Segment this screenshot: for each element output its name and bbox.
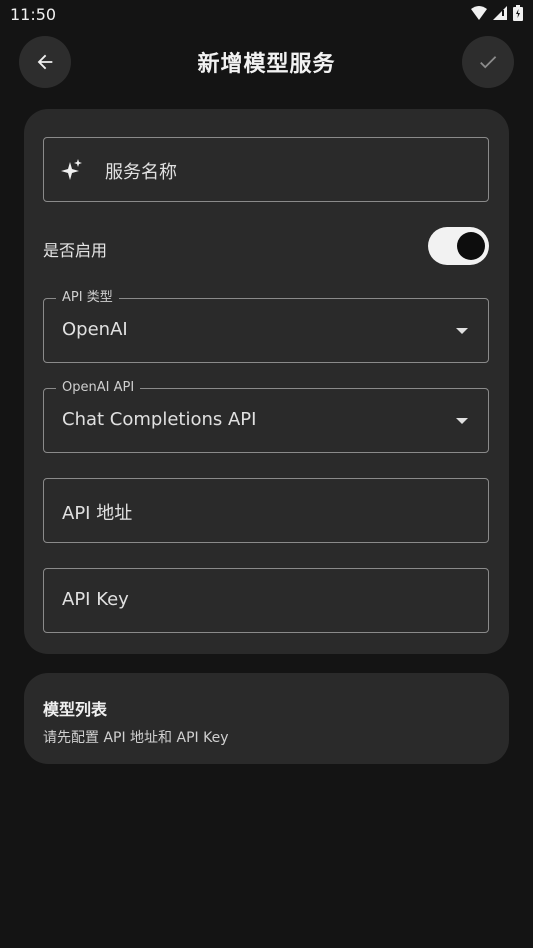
openai-api-value: Chat Completions API	[62, 409, 257, 430]
model-list-card: 模型列表 请先配置 API 地址和 API Key	[24, 673, 509, 764]
api-key-placeholder: API Key	[62, 589, 129, 610]
wifi-icon	[471, 6, 487, 20]
dropdown-arrow-icon	[456, 328, 468, 334]
model-list-title: 模型列表	[43, 700, 108, 719]
toggle-thumb	[457, 232, 485, 260]
api-key-field[interactable]: API Key	[43, 568, 489, 633]
openai-api-label: OpenAI API	[56, 380, 141, 396]
dropdown-arrow-icon	[456, 418, 468, 424]
enable-toggle[interactable]	[428, 227, 489, 265]
service-name-placeholder: 服务名称	[105, 162, 177, 183]
api-type-value: OpenAI	[62, 319, 128, 340]
api-type-select[interactable]: API 类型 OpenAI	[43, 290, 489, 363]
sparkle-icon	[61, 159, 82, 180]
check-icon	[480, 56, 497, 69]
enable-label: 是否启用	[43, 241, 108, 260]
signal-icon	[493, 6, 507, 20]
openai-api-select[interactable]: OpenAI API Chat Completions API	[43, 380, 489, 453]
service-form-card: 服务名称 是否启用 API 类型 OpenAI OpenAI API Chat …	[24, 109, 509, 654]
confirm-button[interactable]	[462, 36, 514, 88]
enable-row: 是否启用	[43, 227, 489, 267]
status-bar: 11:50	[0, 0, 533, 30]
model-list-hint: 请先配置 API 地址和 API Key	[43, 730, 229, 746]
page-title: 新增模型服务	[197, 52, 336, 77]
service-name-field[interactable]: 服务名称	[43, 137, 489, 202]
api-type-label: API 类型	[56, 290, 119, 306]
status-icons	[471, 5, 523, 21]
status-time: 11:50	[10, 5, 57, 24]
api-address-field[interactable]: API 地址	[43, 478, 489, 543]
screen: 11:50 新增模型服务 服务名称 是否启用 API 类型 OpenAI Ope…	[0, 0, 533, 948]
api-address-placeholder: API 地址	[62, 503, 133, 524]
battery-icon	[513, 5, 523, 21]
